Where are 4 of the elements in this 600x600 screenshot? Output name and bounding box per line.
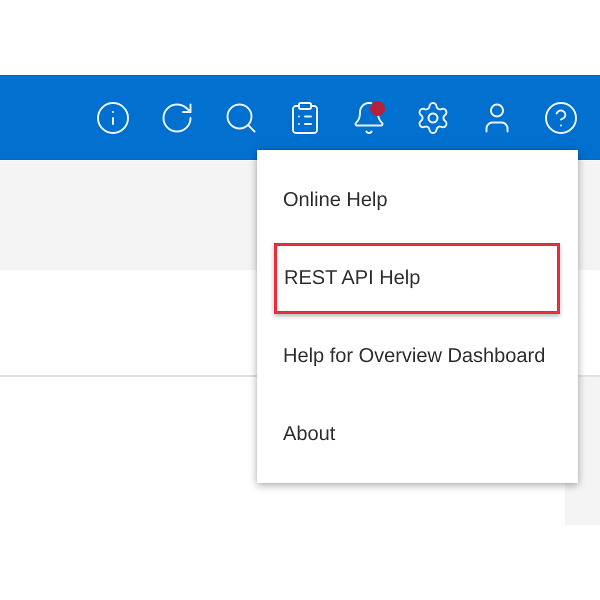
menu-item[interactable]: Help for Overview Dashboard <box>283 344 546 368</box>
menu-item[interactable]: REST API Help <box>274 242 560 314</box>
menu-item[interactable]: About <box>283 422 336 446</box>
menu-item[interactable]: Online Help <box>283 188 388 212</box>
